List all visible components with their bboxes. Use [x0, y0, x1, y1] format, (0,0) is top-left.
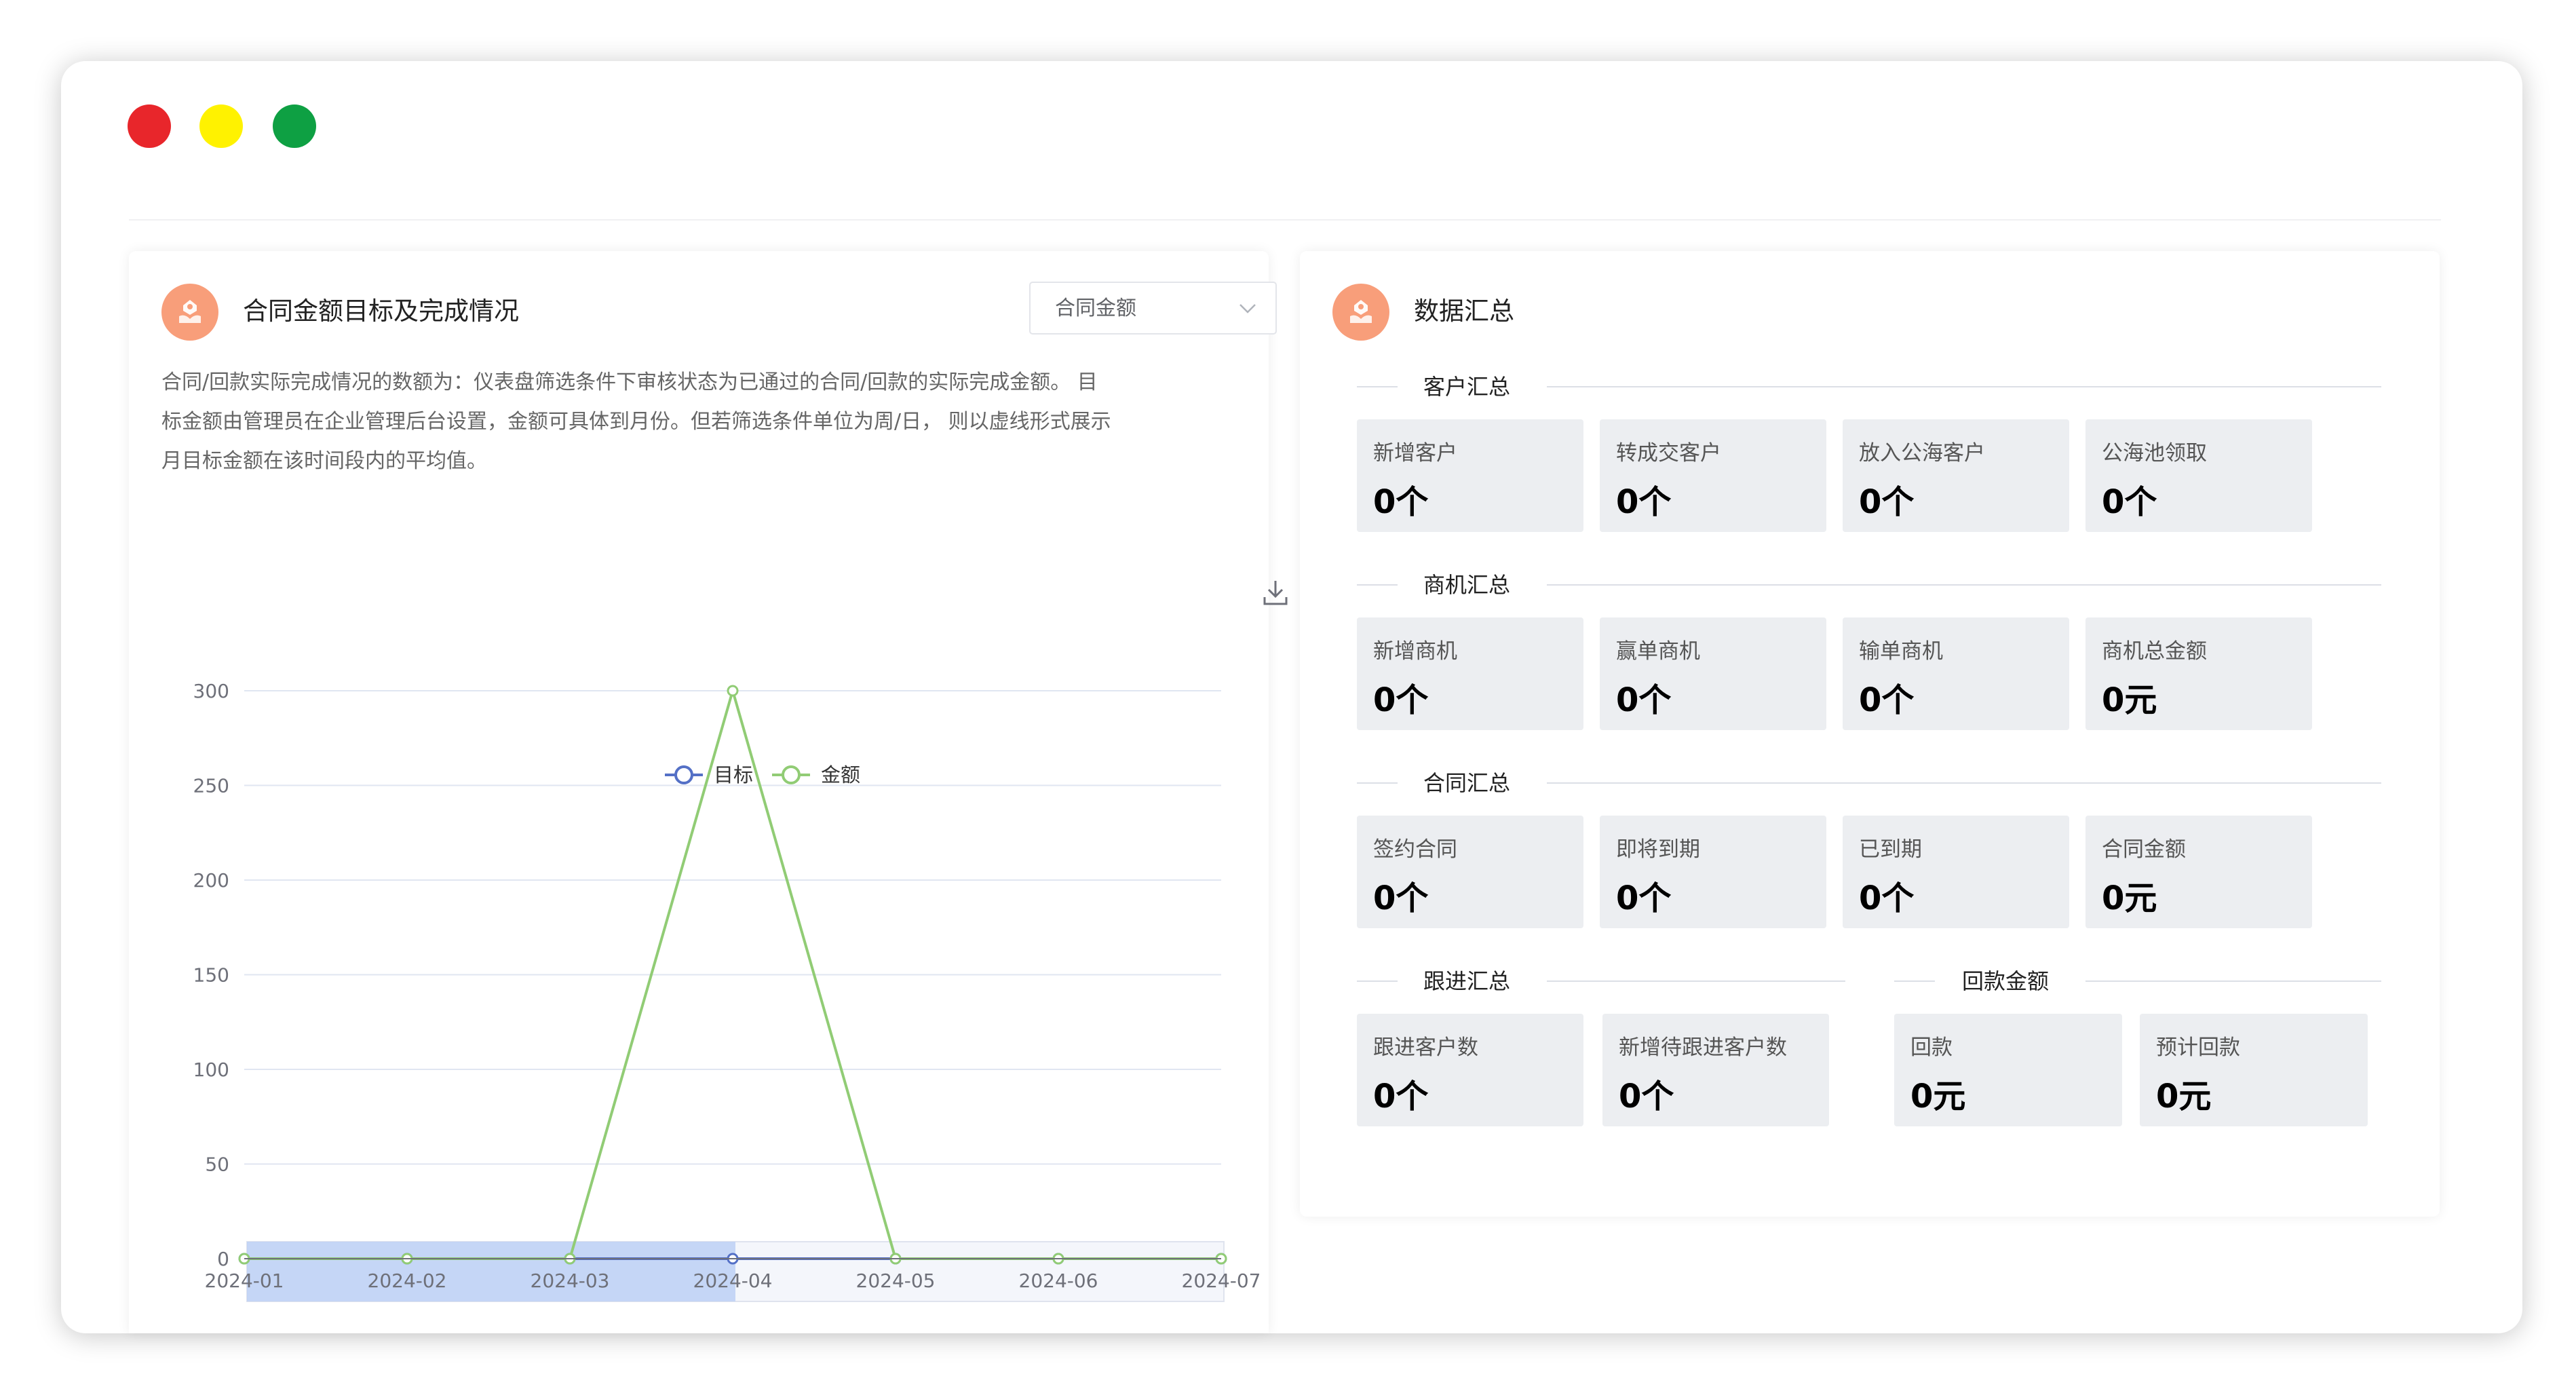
window-minimize-button[interactable] — [199, 104, 243, 148]
stat-label: 新增商机 — [1373, 639, 1457, 664]
section-divider — [1547, 386, 2381, 387]
section-divider — [1547, 980, 1845, 982]
section-divider — [1357, 584, 1398, 586]
stat-card[interactable]: 新增待跟进客户数 0个 — [1602, 1014, 1829, 1126]
stat-card[interactable]: 输单商机 0个 — [1843, 617, 2069, 730]
stat-value: 0元 — [1910, 1078, 1966, 1116]
stat-card[interactable]: 回款 0元 — [1894, 1014, 2122, 1126]
section-divider — [1894, 980, 1935, 982]
x-tick-label: 2024-07 — [1182, 1270, 1261, 1292]
section-title-opportunities: 商机汇总 — [1423, 572, 1511, 598]
stat-value: 0个 — [1373, 483, 1429, 521]
stat-value: 0元 — [2102, 681, 2157, 719]
stat-label: 转成交客户 — [1616, 441, 1721, 465]
data-point[interactable] — [727, 685, 739, 697]
y-tick-label: 200 — [193, 869, 229, 892]
stat-value: 0个 — [1373, 1078, 1429, 1116]
data-summary-panel: 数据汇总 客户汇总 新增客户 0个 转成交客户 0个 放入公海客户 0个 公海池… — [1300, 251, 2440, 1217]
stat-value: 0个 — [1373, 681, 1429, 719]
legend-swatch-marker[interactable] — [782, 765, 801, 784]
legend-label[interactable]: 目标 — [714, 763, 753, 786]
stat-card[interactable]: 已到期 0个 — [1843, 816, 2069, 928]
stat-value: 0元 — [2156, 1078, 2212, 1116]
stat-label: 新增待跟进客户数 — [1619, 1035, 1787, 1060]
y-tick-label: 150 — [193, 964, 229, 987]
stat-card[interactable]: 新增客户 0个 — [1357, 419, 1583, 532]
stat-label: 赢单商机 — [1616, 639, 1700, 664]
stat-card[interactable]: 即将到期 0个 — [1600, 816, 1826, 928]
datazoom-selection[interactable] — [247, 1242, 735, 1301]
stat-value: 0个 — [1859, 483, 1915, 521]
stat-value: 0个 — [1616, 483, 1672, 521]
stat-card[interactable]: 赢单商机 0个 — [1600, 617, 1826, 730]
stat-label: 新增客户 — [1373, 441, 1457, 465]
stat-card[interactable]: 签约合同 0个 — [1357, 816, 1583, 928]
stat-label: 放入公海客户 — [1859, 441, 1985, 465]
x-tick-label: 2024-04 — [693, 1270, 773, 1292]
stat-label: 跟进客户数 — [1373, 1035, 1478, 1060]
legend-swatch-marker[interactable] — [674, 765, 693, 784]
section-divider — [1357, 782, 1398, 784]
app-window: 合同金额目标及完成情况 合同金额 合同/回款实际完成情况的数额为：仪表盘筛选条件… — [61, 61, 2522, 1333]
x-tick-label: 2024-01 — [205, 1270, 284, 1292]
section-title-contracts: 合同汇总 — [1423, 770, 1511, 796]
section-title-customers: 客户汇总 — [1423, 374, 1511, 400]
stat-label: 回款 — [1910, 1035, 1953, 1060]
y-tick-label: 50 — [205, 1154, 229, 1176]
section-divider — [2085, 980, 2381, 982]
section-divider — [1357, 980, 1398, 982]
stat-card[interactable]: 新增商机 0个 — [1357, 617, 1583, 730]
stat-value: 0个 — [1373, 879, 1429, 917]
download-icon[interactable] — [1261, 578, 1290, 607]
section-divider — [1357, 386, 1398, 387]
x-tick-label: 2024-03 — [531, 1270, 610, 1292]
x-tick-label: 2024-02 — [368, 1270, 447, 1292]
y-tick-label: 100 — [193, 1059, 229, 1081]
stat-label: 已到期 — [1859, 837, 1922, 862]
contract-line-chart: 0 50 100 150 200 250 300 2024-01 2024-02 2024-03 2… — [193, 680, 1261, 1302]
header-divider — [129, 219, 2441, 221]
x-tick-label: 2024-05 — [856, 1270, 936, 1292]
section-title-payments: 回款金额 — [1962, 968, 2050, 994]
stat-label: 商机总金额 — [2102, 639, 2207, 664]
section-divider — [1547, 584, 2381, 586]
stat-value: 0元 — [2102, 879, 2157, 917]
stat-card[interactable]: 预计回款 0元 — [2140, 1014, 2368, 1126]
stat-value: 0个 — [1616, 879, 1672, 917]
stat-label: 公海池领取 — [2102, 441, 2207, 465]
stat-label: 即将到期 — [1616, 837, 1700, 862]
section-divider — [1547, 782, 2381, 784]
contract-target-panel: 合同金额目标及完成情况 合同金额 合同/回款实际完成情况的数额为：仪表盘筛选条件… — [129, 251, 1288, 1333]
window-maximize-button[interactable] — [273, 104, 316, 148]
stat-value: 0个 — [1616, 681, 1672, 719]
panel-title: 数据汇总 — [1414, 297, 1514, 326]
section-title-followups: 跟进汇总 — [1423, 968, 1511, 994]
stat-value: 0个 — [1619, 1078, 1674, 1116]
stat-value: 0个 — [1859, 681, 1915, 719]
panel-badge-icon — [1332, 284, 1389, 341]
stat-label: 预计回款 — [2156, 1035, 2240, 1060]
stat-card[interactable]: 跟进客户数 0个 — [1357, 1014, 1583, 1126]
stat-card[interactable]: 放入公海客户 0个 — [1843, 419, 2069, 532]
x-tick-label: 2024-06 — [1019, 1270, 1098, 1292]
stat-value: 0个 — [1859, 879, 1915, 917]
stat-label: 输单商机 — [1859, 639, 1943, 664]
stat-card[interactable]: 转成交客户 0个 — [1600, 419, 1826, 532]
y-tick-label: 0 — [217, 1248, 229, 1270]
stat-value: 0个 — [2102, 483, 2157, 521]
stat-label: 签约合同 — [1373, 837, 1457, 862]
y-tick-label: 300 — [193, 680, 229, 702]
stat-card[interactable]: 商机总金额 0元 — [2085, 617, 2312, 730]
window-close-button[interactable] — [128, 104, 171, 148]
legend-label[interactable]: 金额 — [821, 763, 860, 786]
stat-card[interactable]: 合同金额 0元 — [2085, 816, 2312, 928]
y-tick-label: 250 — [193, 775, 229, 797]
stat-label: 合同金额 — [2102, 837, 2186, 862]
stat-card[interactable]: 公海池领取 0个 — [2085, 419, 2312, 532]
